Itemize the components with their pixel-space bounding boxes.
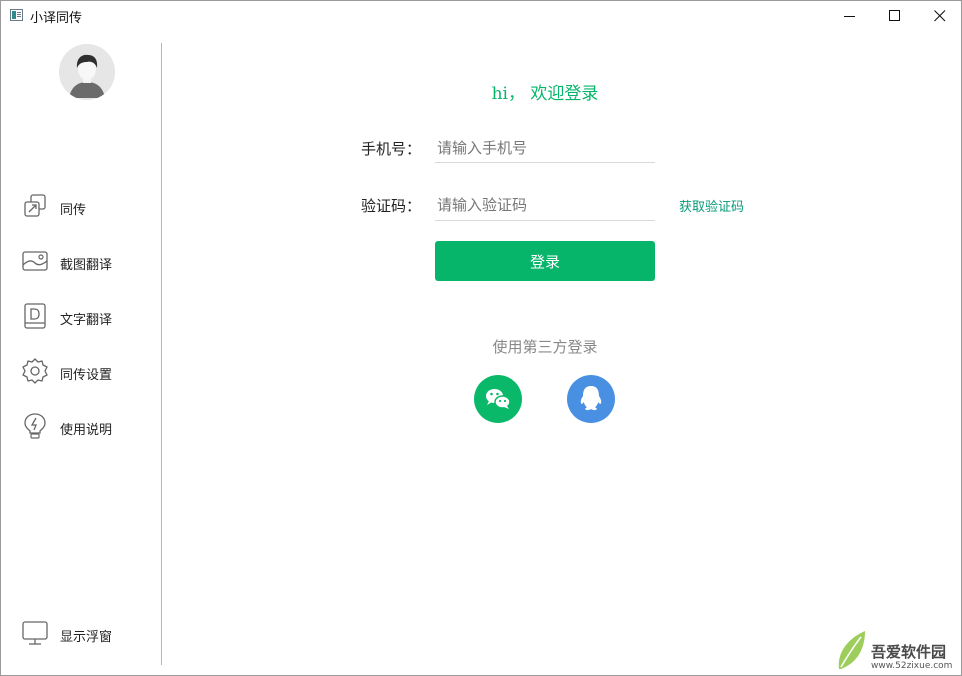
sidebar-divider [161,43,162,665]
user-avatar-icon [59,44,115,100]
sidebar-item-label: 同传设置 [60,368,113,383]
get-code-link[interactable]: 获取验证码 [679,196,744,215]
maximize-button[interactable] [872,1,918,31]
welcome-title: hi， 欢迎登录 [491,84,599,104]
lightbulb-icon [24,413,46,439]
third-party-label: 使用第三方登录 [492,338,598,356]
close-icon [934,10,946,22]
wechat-icon [486,389,511,409]
watermark-brand: 吾爱软件园 [871,643,947,661]
wechat-login-button[interactable] [474,375,522,423]
window-title: 小译同传 [30,11,83,26]
simultaneous-icon [24,194,46,217]
sidebar-item-label: 显示浮窗 [60,630,113,645]
watermark: 吾爱软件园 www.52zixue.com [835,619,961,675]
sidebar-item-settings[interactable]: 同传设置 [21,357,151,387]
avatar[interactable] [59,44,115,100]
sidebar-item-label: 文字翻译 [60,313,113,328]
phone-label: 手机号： [360,140,421,158]
qq-login-button[interactable] [567,375,615,423]
minimize-button[interactable] [827,1,873,31]
login-button[interactable]: 登录 [435,241,655,281]
title-bar[interactable]: 小译同传 [1,1,961,31]
gear-icon [22,358,48,384]
sidebar-item-floating-window[interactable]: 显示浮窗 [21,619,151,649]
verification-code-input[interactable] [435,190,655,221]
close-button[interactable] [917,1,961,31]
sidebar-item-screenshot-translate[interactable]: 截图翻译 [21,247,151,277]
phone-input[interactable] [435,133,655,163]
sidebar-item-text-translate[interactable]: 文字翻译 [21,302,151,332]
code-label: 验证码： [360,197,421,215]
monitor-icon [22,621,48,645]
maximize-icon [889,10,900,21]
sidebar-item-label: 使用说明 [60,423,113,438]
watermark-url: www.52zixue.com [871,661,953,671]
sidebar [1,31,161,675]
sidebar-item-label: 截图翻译 [60,258,113,273]
app-icon [10,9,23,21]
document-icon [24,303,46,329]
app-window: 小译同传 同传 截图翻译 文字翻译 同传设置 使用说明 显示浮窗 hi， 欢迎登… [0,0,962,676]
qq-penguin-icon [580,386,602,411]
sidebar-item-label: 同传 [60,203,87,218]
minimize-icon [844,16,855,17]
sidebar-item-simultaneous[interactable]: 同传 [21,192,151,222]
screenshot-icon [22,251,48,271]
leaf-logo-icon [838,631,865,669]
sidebar-item-help[interactable]: 使用说明 [21,412,151,442]
